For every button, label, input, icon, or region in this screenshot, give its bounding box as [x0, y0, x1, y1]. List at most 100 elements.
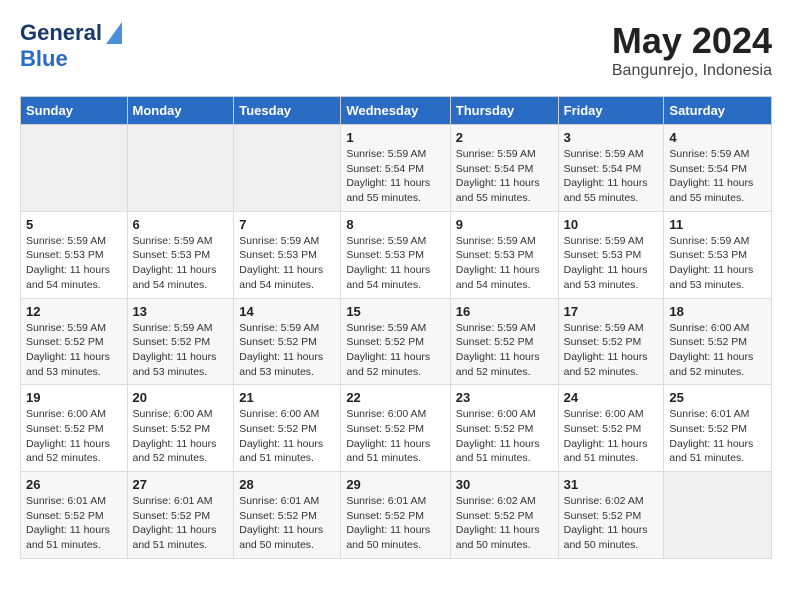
day-number: 12: [26, 304, 122, 319]
day-info: Sunrise: 5:59 AMSunset: 5:52 PMDaylight:…: [26, 321, 122, 380]
day-info: Sunrise: 6:02 AMSunset: 5:52 PMDaylight:…: [564, 494, 659, 553]
day-number: 7: [239, 217, 335, 232]
day-info: Sunrise: 5:59 AMSunset: 5:53 PMDaylight:…: [26, 234, 122, 293]
table-row: [664, 472, 772, 559]
day-number: 2: [456, 130, 553, 145]
day-info: Sunrise: 5:59 AMSunset: 5:52 PMDaylight:…: [346, 321, 444, 380]
table-row: 31 Sunrise: 6:02 AMSunset: 5:52 PMDayligh…: [558, 472, 664, 559]
day-info: Sunrise: 5:59 AMSunset: 5:54 PMDaylight:…: [346, 147, 444, 206]
day-number: 28: [239, 477, 335, 492]
header-monday: Monday: [127, 97, 234, 125]
header-thursday: Thursday: [450, 97, 558, 125]
table-row: 6 Sunrise: 5:59 AMSunset: 5:53 PMDaylight…: [127, 211, 234, 298]
day-number: 16: [456, 304, 553, 319]
table-row: [127, 125, 234, 212]
day-info: Sunrise: 6:01 AMSunset: 5:52 PMDaylight:…: [26, 494, 122, 553]
table-row: 7 Sunrise: 5:59 AMSunset: 5:53 PMDaylight…: [234, 211, 341, 298]
logo-general-text: General: [20, 20, 102, 46]
day-number: 26: [26, 477, 122, 492]
day-info: Sunrise: 6:00 AMSunset: 5:52 PMDaylight:…: [133, 407, 229, 466]
table-row: 17 Sunrise: 5:59 AMSunset: 5:52 PMDayligh…: [558, 298, 664, 385]
day-number: 19: [26, 390, 122, 405]
day-number: 31: [564, 477, 659, 492]
day-number: 22: [346, 390, 444, 405]
calendar-week-row: 26 Sunrise: 6:01 AMSunset: 5:52 PMDayligh…: [21, 472, 772, 559]
table-row: 1Sunrise: 5:59 AMSunset: 5:54 PMDaylight…: [341, 125, 450, 212]
day-number: 15: [346, 304, 444, 319]
day-info: Sunrise: 5:59 AMSunset: 5:53 PMDaylight:…: [133, 234, 229, 293]
day-number: 10: [564, 217, 659, 232]
day-number: 27: [133, 477, 229, 492]
table-row: 5Sunrise: 5:59 AMSunset: 5:53 PMDaylight…: [21, 211, 128, 298]
day-info: Sunrise: 5:59 AMSunset: 5:53 PMDaylight:…: [669, 234, 766, 293]
table-row: 18Sunrise: 6:00 AMSunset: 5:52 PMDayligh…: [664, 298, 772, 385]
calendar-title: May 2024: [612, 20, 772, 62]
day-info: Sunrise: 6:01 AMSunset: 5:52 PMDaylight:…: [669, 407, 766, 466]
logo-blue-text: Blue: [20, 46, 68, 72]
table-row: [21, 125, 128, 212]
day-number: 3: [564, 130, 659, 145]
table-row: 29 Sunrise: 6:01 AMSunset: 5:52 PMDayligh…: [341, 472, 450, 559]
day-info: Sunrise: 6:00 AMSunset: 5:52 PMDaylight:…: [346, 407, 444, 466]
day-info: Sunrise: 5:59 AMSunset: 5:53 PMDaylight:…: [564, 234, 659, 293]
day-info: Sunrise: 5:59 AMSunset: 5:52 PMDaylight:…: [239, 321, 335, 380]
table-row: 30 Sunrise: 6:02 AMSunset: 5:52 PMDayligh…: [450, 472, 558, 559]
day-number: 21: [239, 390, 335, 405]
day-info: Sunrise: 5:59 AMSunset: 5:52 PMDaylight:…: [133, 321, 229, 380]
day-info: Sunrise: 6:01 AMSunset: 5:52 PMDaylight:…: [239, 494, 335, 553]
day-info: Sunrise: 6:01 AMSunset: 5:52 PMDaylight:…: [133, 494, 229, 553]
table-row: 27 Sunrise: 6:01 AMSunset: 5:52 PMDayligh…: [127, 472, 234, 559]
table-row: 3 Sunrise: 5:59 AMSunset: 5:54 PMDaylight…: [558, 125, 664, 212]
day-info: Sunrise: 6:00 AMSunset: 5:52 PMDaylight:…: [239, 407, 335, 466]
header-wednesday: Wednesday: [341, 97, 450, 125]
day-number: 13: [133, 304, 229, 319]
table-row: [234, 125, 341, 212]
day-number: 14: [239, 304, 335, 319]
day-info: Sunrise: 5:59 AMSunset: 5:54 PMDaylight:…: [456, 147, 553, 206]
table-row: 12 Sunrise: 5:59 AMSunset: 5:52 PMDayligh…: [21, 298, 128, 385]
calendar-subtitle: Bangunrejo, Indonesia: [612, 62, 772, 80]
day-number: 29: [346, 477, 444, 492]
table-row: 15 Sunrise: 5:59 AMSunset: 5:52 PMDayligh…: [341, 298, 450, 385]
table-row: 23 Sunrise: 6:00 AMSunset: 5:52 PMDayligh…: [450, 385, 558, 472]
logo-triangle-icon: [106, 22, 122, 44]
header-tuesday: Tuesday: [234, 97, 341, 125]
table-row: 4 Sunrise: 5:59 AMSunset: 5:54 PMDaylight…: [664, 125, 772, 212]
day-info: Sunrise: 6:02 AMSunset: 5:52 PMDaylight:…: [456, 494, 553, 553]
header-sunday: Sunday: [21, 97, 128, 125]
day-number: 4: [669, 130, 766, 145]
table-row: 22 Sunrise: 6:00 AMSunset: 5:52 PMDayligh…: [341, 385, 450, 472]
table-row: 20 Sunrise: 6:00 AMSunset: 5:52 PMDayligh…: [127, 385, 234, 472]
day-number: 23: [456, 390, 553, 405]
day-info: Sunrise: 6:01 AMSunset: 5:52 PMDaylight:…: [346, 494, 444, 553]
day-info: Sunrise: 6:00 AMSunset: 5:52 PMDaylight:…: [564, 407, 659, 466]
day-info: Sunrise: 6:00 AMSunset: 5:52 PMDaylight:…: [456, 407, 553, 466]
day-info: Sunrise: 5:59 AMSunset: 5:54 PMDaylight:…: [669, 147, 766, 206]
table-row: 25 Sunrise: 6:01 AMSunset: 5:52 PMDayligh…: [664, 385, 772, 472]
day-number: 20: [133, 390, 229, 405]
day-info: Sunrise: 5:59 AMSunset: 5:53 PMDaylight:…: [346, 234, 444, 293]
table-row: 8Sunrise: 5:59 AMSunset: 5:53 PMDaylight…: [341, 211, 450, 298]
day-info: Sunrise: 5:59 AMSunset: 5:53 PMDaylight:…: [239, 234, 335, 293]
weekday-header-row: Sunday Monday Tuesday Wednesday Thursday…: [21, 97, 772, 125]
calendar-week-row: 19 Sunrise: 6:00 AMSunset: 5:52 PMDayligh…: [21, 385, 772, 472]
table-row: 21 Sunrise: 6:00 AMSunset: 5:52 PMDayligh…: [234, 385, 341, 472]
calendar-week-row: 1Sunrise: 5:59 AMSunset: 5:54 PMDaylight…: [21, 125, 772, 212]
table-row: 14 Sunrise: 5:59 AMSunset: 5:52 PMDayligh…: [234, 298, 341, 385]
table-row: 10 Sunrise: 5:59 AMSunset: 5:53 PMDayligh…: [558, 211, 664, 298]
day-info: Sunrise: 5:59 AMSunset: 5:54 PMDaylight:…: [564, 147, 659, 206]
day-number: 30: [456, 477, 553, 492]
title-block: May 2024 Bangunrejo, Indonesia: [612, 20, 772, 80]
table-row: 2 Sunrise: 5:59 AMSunset: 5:54 PMDaylight…: [450, 125, 558, 212]
table-row: 9Sunrise: 5:59 AMSunset: 5:53 PMDaylight…: [450, 211, 558, 298]
calendar-week-row: 5Sunrise: 5:59 AMSunset: 5:53 PMDaylight…: [21, 211, 772, 298]
calendar-table: Sunday Monday Tuesday Wednesday Thursday…: [20, 96, 772, 559]
day-number: 17: [564, 304, 659, 319]
day-number: 25: [669, 390, 766, 405]
logo: General Blue: [20, 20, 122, 72]
day-number: 18: [669, 304, 766, 319]
header-saturday: Saturday: [664, 97, 772, 125]
day-number: 6: [133, 217, 229, 232]
day-number: 9: [456, 217, 553, 232]
day-info: Sunrise: 5:59 AMSunset: 5:52 PMDaylight:…: [564, 321, 659, 380]
